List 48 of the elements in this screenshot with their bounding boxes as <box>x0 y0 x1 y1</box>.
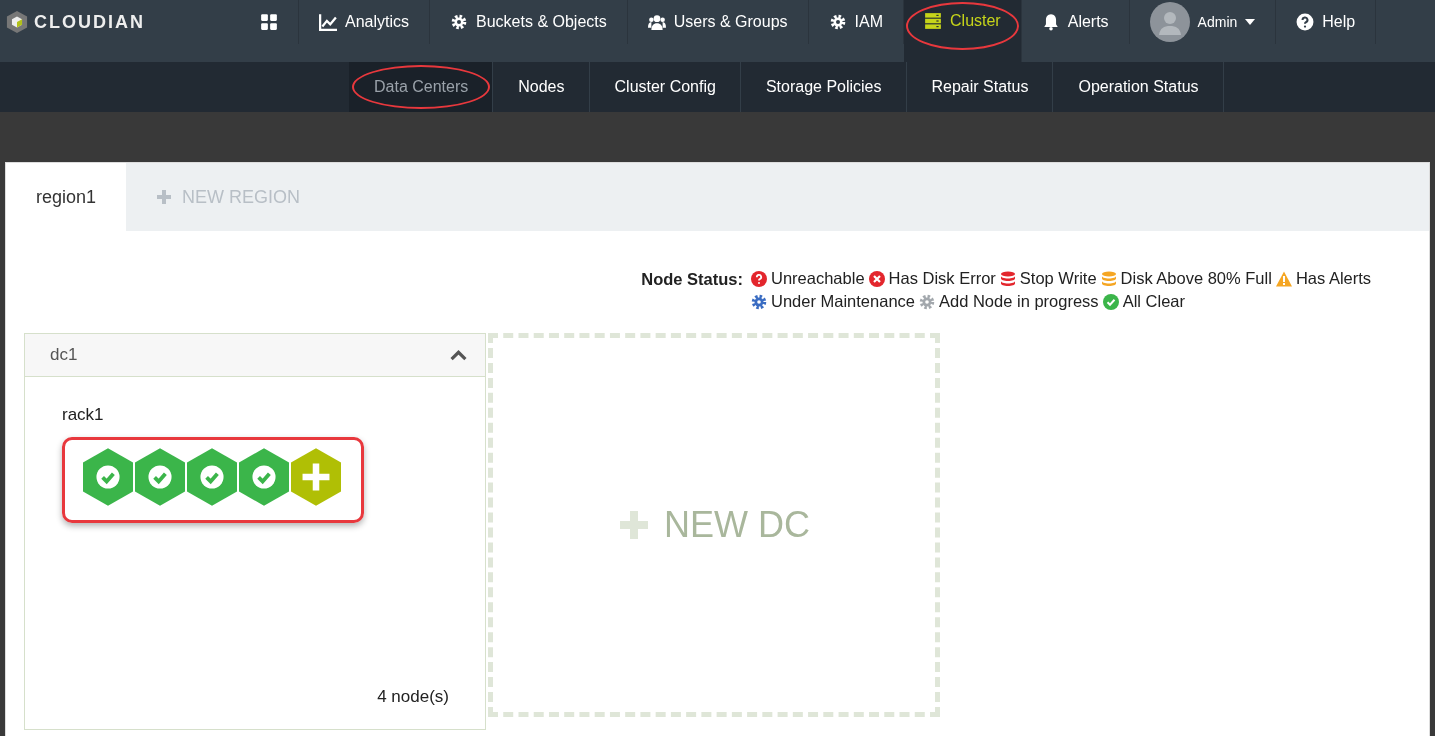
legend-label: Under Maintenance <box>771 292 915 311</box>
help-icon <box>1296 13 1315 31</box>
node-hexagon[interactable] <box>239 448 289 506</box>
legend-label: Has Disk Error <box>888 269 996 288</box>
server-icon <box>924 12 942 30</box>
legend-label: Disk Above 80% Full <box>1120 269 1272 288</box>
check-icon <box>1102 293 1119 310</box>
nav-item[interactable]: Cluster <box>904 0 1022 62</box>
plus-icon <box>156 189 173 205</box>
region-tab[interactable]: region1 <box>6 163 127 231</box>
nav-item[interactable]: Buckets & Objects <box>430 0 628 44</box>
nav-item[interactable]: Users & Groups <box>627 0 809 44</box>
gear-icon <box>751 293 767 310</box>
grid-icon <box>260 13 278 31</box>
gear-icon <box>450 13 469 31</box>
legend-title: Node Status: <box>641 269 743 290</box>
legend-label: Unreachable <box>771 269 865 288</box>
datacenter-name: dc1 <box>50 345 78 365</box>
node-hexagon[interactable] <box>187 448 237 506</box>
database-icon <box>999 270 1016 287</box>
warning-icon <box>1275 270 1292 287</box>
plus-icon <box>618 509 650 541</box>
add-node-hexagon[interactable] <box>291 448 341 506</box>
nav-item[interactable]: Alerts <box>1021 0 1130 44</box>
legend-label: Has Alerts <box>1295 269 1372 288</box>
node-hexagon[interactable] <box>83 448 133 506</box>
avatar-icon <box>1149 2 1190 42</box>
nav-item[interactable]: Admin <box>1129 0 1277 44</box>
brand-name: CLOUDIAN <box>34 11 145 33</box>
database-icon <box>1100 270 1117 287</box>
node-count: 4 node(s) <box>377 687 449 707</box>
gear-icon <box>919 293 935 310</box>
node-hexagon[interactable] <box>135 448 185 506</box>
gear-icon <box>828 13 847 31</box>
legend-label: All Clear <box>1122 292 1185 311</box>
legend-label: Add Node in progress <box>939 292 1099 311</box>
chevron-up-icon[interactable] <box>450 349 467 361</box>
caret-icon <box>1245 19 1256 25</box>
error-icon <box>868 270 885 287</box>
nav-item[interactable]: Help <box>1276 0 1377 44</box>
logo-icon <box>6 9 28 35</box>
line-chart-icon <box>319 13 337 31</box>
question-icon <box>751 270 767 287</box>
legend-label: Stop Write <box>1019 269 1097 288</box>
rack-name: rack1 <box>62 405 105 425</box>
subnav-tab[interactable]: Data Centers <box>349 62 494 112</box>
users-icon <box>647 13 666 31</box>
nav-item[interactable]: Analytics <box>299 0 431 44</box>
